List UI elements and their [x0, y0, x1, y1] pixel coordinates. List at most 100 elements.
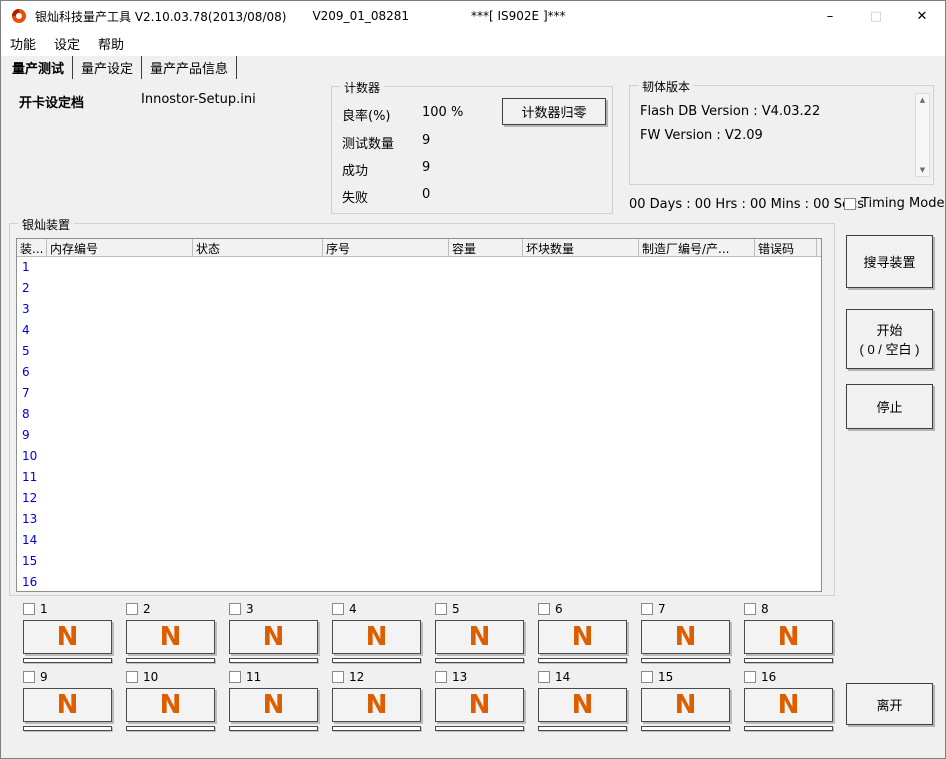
- slot-checkbox[interactable]: [744, 671, 756, 683]
- slot-checkbox[interactable]: [538, 671, 550, 683]
- cell-memory-id: [47, 551, 193, 572]
- cell-capacity: [449, 488, 523, 509]
- menu-settings[interactable]: 设定: [45, 31, 89, 56]
- stop-button[interactable]: 停止: [846, 384, 933, 429]
- minimize-button[interactable]: –: [807, 1, 853, 31]
- slot-checkbox[interactable]: [435, 671, 447, 683]
- slot-checkbox[interactable]: [744, 603, 756, 615]
- start-button[interactable]: 开始 ( 0 / 空白 ): [846, 309, 933, 369]
- slot-checkbox[interactable]: [332, 671, 344, 683]
- cell-bad-blocks: [523, 320, 639, 341]
- table-row[interactable]: 14: [17, 530, 821, 551]
- scroll-up-icon[interactable]: ▲: [916, 94, 929, 106]
- column-header[interactable]: 错误码: [755, 239, 817, 256]
- slot-checkbox[interactable]: [126, 603, 138, 615]
- timing-mode-checkbox[interactable]: [844, 197, 856, 210]
- column-header[interactable]: 序号: [323, 239, 449, 256]
- cell-capacity: [449, 278, 523, 299]
- table-row[interactable]: 16: [17, 572, 821, 591]
- slot-cell: 1 N: [23, 602, 112, 663]
- table-row[interactable]: 15: [17, 551, 821, 572]
- column-header[interactable]: 坏块数量: [523, 239, 639, 256]
- cell-serial: [323, 551, 449, 572]
- table-row[interactable]: 12: [17, 488, 821, 509]
- menu-help[interactable]: 帮助: [89, 31, 133, 56]
- device-index: 14: [22, 533, 38, 547]
- table-row[interactable]: 1: [17, 257, 821, 278]
- table-row[interactable]: 9: [17, 425, 821, 446]
- cell-vendor-id: [639, 341, 755, 362]
- cell-error-code: [755, 572, 817, 591]
- cell-error-code: [755, 425, 817, 446]
- slot-progress-bar: [332, 726, 421, 731]
- window-title-version: V209_01_08281: [312, 9, 410, 23]
- table-row[interactable]: 11: [17, 467, 821, 488]
- slot-checkbox[interactable]: [538, 603, 550, 615]
- tab-product-info[interactable]: 量产产品信息: [142, 55, 238, 79]
- timing-mode-label: Timing Mode: [861, 196, 945, 211]
- slot-header: 3: [229, 602, 318, 616]
- close-button[interactable]: ✕: [899, 1, 945, 31]
- slot-cell: 6 N: [538, 602, 627, 663]
- slot-checkbox[interactable]: [229, 671, 241, 683]
- device-index: 11: [22, 470, 38, 484]
- counter-reset-button[interactable]: 计数器归零: [502, 98, 606, 125]
- slot-checkbox[interactable]: [23, 603, 35, 615]
- table-row[interactable]: 4: [17, 320, 821, 341]
- search-device-button[interactable]: 搜寻装置: [846, 235, 933, 288]
- cell-memory-id: [47, 299, 193, 320]
- slot-cell: 2 N: [126, 602, 215, 663]
- slot-cell: 9 N: [23, 670, 112, 731]
- slot-checkbox[interactable]: [332, 603, 344, 615]
- table-row[interactable]: 5: [17, 341, 821, 362]
- table-row[interactable]: 10: [17, 446, 821, 467]
- slot-cell: 13 N: [435, 670, 524, 731]
- slot-cell: 4 N: [332, 602, 421, 663]
- table-row[interactable]: 6: [17, 362, 821, 383]
- device-groupbox: 银灿装置 装... 内存编号 状态 序号 容量 坏块数量 制造厂编号/产...: [9, 216, 835, 596]
- device-index: 16: [22, 575, 38, 589]
- slot-checkbox[interactable]: [641, 671, 653, 683]
- table-row[interactable]: 13: [17, 509, 821, 530]
- slot-number: 4: [349, 602, 357, 616]
- column-header[interactable]: 装...: [17, 239, 47, 256]
- cell-status: [193, 404, 323, 425]
- cell-vendor-id: [639, 383, 755, 404]
- table-row[interactable]: 8: [17, 404, 821, 425]
- table-row[interactable]: 7: [17, 383, 821, 404]
- slot-cell: 5 N: [435, 602, 524, 663]
- menu-function[interactable]: 功能: [1, 31, 45, 56]
- cell-capacity: [449, 404, 523, 425]
- firmware-scrollbar[interactable]: ▲ ▼: [915, 93, 930, 177]
- cell-serial: [323, 257, 449, 278]
- column-header[interactable]: 制造厂编号/产...: [639, 239, 755, 256]
- slot-checkbox[interactable]: [229, 603, 241, 615]
- slot-progress-bar: [641, 658, 730, 663]
- slot-checkbox[interactable]: [435, 603, 447, 615]
- cell-vendor-id: [639, 530, 755, 551]
- scroll-down-icon[interactable]: ▼: [916, 164, 929, 176]
- device-index: 9: [22, 428, 30, 442]
- cell-memory-id: [47, 320, 193, 341]
- slot-progress-bar: [23, 658, 112, 663]
- table-row[interactable]: 3: [17, 299, 821, 320]
- table-row[interactable]: 2: [17, 278, 821, 299]
- slot-status-display: N: [126, 620, 215, 654]
- column-header[interactable]: 内存编号: [47, 239, 193, 256]
- cell-error-code: [755, 509, 817, 530]
- app-icon[interactable]: [11, 8, 27, 24]
- device-index: 3: [22, 302, 30, 316]
- slot-checkbox[interactable]: [641, 603, 653, 615]
- timing-mode-control[interactable]: Timing Mode: [844, 196, 944, 211]
- slot-checkbox[interactable]: [126, 671, 138, 683]
- exit-button[interactable]: 离开: [846, 683, 933, 725]
- slot-cell: 15 N: [641, 670, 730, 731]
- column-header[interactable]: 状态: [193, 239, 323, 256]
- slot-checkbox[interactable]: [23, 671, 35, 683]
- cell-memory-id: [47, 425, 193, 446]
- tab-production-settings[interactable]: 量产设定: [73, 55, 143, 79]
- cell-serial: [323, 446, 449, 467]
- column-header[interactable]: 容量: [449, 239, 523, 256]
- tab-production-test[interactable]: 量产测试: [4, 55, 74, 79]
- tested-label: 测试数量: [342, 137, 395, 152]
